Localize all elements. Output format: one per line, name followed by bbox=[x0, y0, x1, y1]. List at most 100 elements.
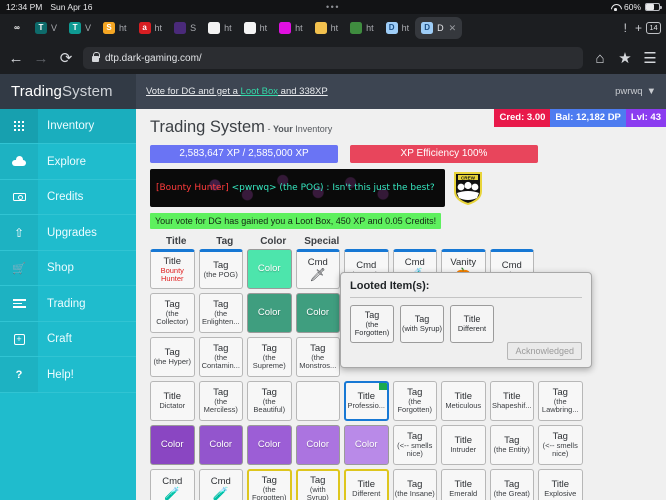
bookmark-icon[interactable]: ★ bbox=[617, 49, 633, 67]
tab-count-button[interactable]: 14 bbox=[646, 21, 661, 35]
inventory-item-cell[interactable]: Tag (with Syrup) bbox=[295, 468, 340, 500]
sidebar-item-help[interactable]: ? Help! bbox=[0, 357, 136, 393]
status-date: Sun Apr 16 bbox=[50, 2, 93, 12]
inventory-item-cell[interactable]: Color bbox=[247, 424, 292, 465]
vote-banner-link[interactable]: Vote for DG and get a Loot Box and 338XP bbox=[146, 86, 328, 97]
sidebar-nav[interactable]: Inventory Explore Credits ⇧ Upgrades 🛒 Shop Tra… bbox=[0, 108, 136, 500]
browser-url-bar[interactable]: ← → ⟳ dtp.dark-gaming.com/ ⌂ ★ ☰ bbox=[0, 42, 666, 74]
inventory-item-cell[interactable]: Tag (the Collector) bbox=[150, 292, 195, 333]
browser-tab-3[interactable]: Sht bbox=[97, 17, 133, 39]
sidebar-item-label: Credits bbox=[47, 191, 84, 204]
inventory-item-cell[interactable]: Title Intruder bbox=[441, 424, 486, 465]
inventory-item-cell[interactable]: Title Dictator bbox=[150, 380, 195, 421]
browser-tab-10[interactable]: ht bbox=[344, 17, 380, 39]
modal-title: Looted Item(s): bbox=[350, 280, 582, 298]
progress-bars: 2,583,647 XP / 2,585,000 XP XP Efficienc… bbox=[150, 144, 666, 163]
sidebar-item-explore[interactable]: Explore bbox=[0, 144, 136, 180]
home-icon[interactable]: ⌂ bbox=[592, 50, 608, 67]
browser-tab-4[interactable]: a ht bbox=[133, 17, 169, 39]
tab-label: ht bbox=[154, 23, 163, 33]
inventory-item-cell[interactable]: Tag (the Forgotten) bbox=[392, 380, 437, 421]
browser-tab-9[interactable]: ht bbox=[309, 17, 345, 39]
inventory-item-cell[interactable]: Color bbox=[247, 292, 292, 333]
item-name-label: Shapeshif... bbox=[491, 400, 532, 410]
sidebar-item-shop[interactable]: 🛒 Shop bbox=[0, 250, 136, 287]
cart-icon: 🛒 bbox=[0, 250, 38, 286]
browser-tab-1[interactable]: TV bbox=[29, 17, 63, 39]
inventory-item-cell[interactable]: Title Shapeshif... bbox=[489, 380, 534, 421]
inventory-item-cell[interactable]: Color bbox=[247, 248, 292, 289]
sidebar-item-craft[interactable]: + Craft bbox=[0, 321, 136, 358]
chat-box[interactable]: [Bounty Hunter] <pwrwq> (the POG) : Isn'… bbox=[150, 168, 445, 207]
back-icon[interactable]: ← bbox=[8, 50, 24, 67]
inventory-item-cell[interactable]: Tag (the Entity) bbox=[489, 424, 534, 465]
inventory-item-cell[interactable]: Tag (the Insane) bbox=[392, 468, 437, 500]
browser-tab-7[interactable]: ht bbox=[238, 17, 274, 39]
inventory-item-cell[interactable]: Tag (the Beautiful) bbox=[247, 380, 292, 421]
inventory-item-cell[interactable]: Title Professio... bbox=[344, 380, 389, 421]
item-name-label: Emerald bbox=[449, 488, 478, 498]
sidebar-item-upgrades[interactable]: ⇧ Upgrades bbox=[0, 215, 136, 251]
browser-tab-strip[interactable]: ∞ T V T V Sht a ht Sht ht ht ht ht Dht D D ✕ ! + 14 bbox=[0, 14, 666, 42]
inventory-item-cell[interactable]: Tag (the POG) bbox=[198, 248, 243, 289]
address-input[interactable]: dtp.dark-gaming.com/ bbox=[83, 47, 583, 69]
browser-tab-8[interactable]: ht bbox=[273, 17, 309, 39]
chat-text: <pwrwq> (the POG) : Isn't this just the … bbox=[228, 182, 435, 193]
inventory-item-cell[interactable]: Tag (the Lawbring... bbox=[538, 380, 583, 421]
item-name-label: Bounty Hunter bbox=[160, 265, 184, 283]
inventory-item-cell[interactable]: Tag (the Monstros... bbox=[295, 336, 340, 377]
site-logo[interactable]: Trading System bbox=[0, 74, 136, 109]
inventory-item-cell[interactable] bbox=[295, 380, 340, 421]
looted-items-modal[interactable]: Looted Item(s): Tag (the Forgotten) Tag (wi… bbox=[340, 271, 592, 368]
inventory-item-cell[interactable]: Tag (the Supreme) bbox=[247, 336, 292, 377]
inventory-item-cell[interactable]: Cmd🧪 bbox=[150, 468, 195, 500]
browser-tab-5[interactable]: S bbox=[168, 17, 202, 39]
browser-tab-0[interactable]: ∞ bbox=[5, 17, 29, 39]
browser-tab-2[interactable]: TV bbox=[63, 17, 97, 39]
inventory-item-cell[interactable]: Tag (the Contamin... bbox=[198, 336, 243, 377]
inventory-item-cell[interactable]: Title Emerald bbox=[441, 468, 486, 500]
modal-item-list[interactable]: Tag (the Forgotten) Tag (with Syrup) Title Di… bbox=[350, 304, 582, 343]
user-menu[interactable]: pwrwq ▼ bbox=[615, 86, 656, 97]
item-type-label: Color bbox=[306, 438, 330, 450]
inventory-item-cell[interactable]: Color bbox=[198, 424, 243, 465]
browser-tab-12[interactable]: D D ✕ bbox=[415, 17, 463, 39]
new-tab-button[interactable]: + bbox=[631, 21, 646, 35]
tab-label: ht bbox=[295, 23, 303, 33]
browser-tab-6[interactable]: ht bbox=[202, 17, 238, 39]
browser-tab-11[interactable]: Dht bbox=[380, 17, 416, 39]
close-icon[interactable]: ✕ bbox=[449, 23, 457, 34]
sidebar-item-inventory[interactable]: Inventory bbox=[0, 108, 136, 145]
inventory-item-cell[interactable]: Cmd 🗡 bbox=[295, 248, 340, 289]
sidebar-item-trading[interactable]: Trading bbox=[0, 286, 136, 322]
looted-item-cell[interactable]: Title Different bbox=[450, 304, 494, 343]
acknowledged-button[interactable]: Acknowledged bbox=[507, 341, 582, 360]
menu-icon[interactable]: ☰ bbox=[642, 49, 658, 67]
inventory-item-cell[interactable]: Title Meticulous bbox=[441, 380, 486, 421]
sidebar-item-credits[interactable]: Credits bbox=[0, 179, 136, 216]
inventory-item-cell[interactable]: Tag (the Hyper) bbox=[150, 336, 195, 377]
inventory-item-cell[interactable]: Title Explosive bbox=[538, 468, 583, 500]
inventory-item-cell[interactable]: Cmd🧪 bbox=[198, 468, 243, 500]
inventory-item-cell[interactable]: Tag (the Merciless) bbox=[198, 380, 243, 421]
inventory-item-cell[interactable]: Color bbox=[295, 292, 340, 333]
forward-icon[interactable]: → bbox=[33, 50, 49, 67]
inventory-item-cell[interactable]: Color bbox=[344, 424, 389, 465]
page-subtitle-rest: Inventory bbox=[292, 123, 333, 134]
reload-icon[interactable]: ⟳ bbox=[58, 49, 74, 67]
inventory-item-cell[interactable]: Title Different bbox=[344, 468, 389, 500]
inventory-item-cell[interactable]: Tag (the Forgotten) bbox=[247, 468, 292, 500]
inventory-item-cell[interactable]: Tag (the Great) bbox=[489, 468, 534, 500]
inventory-item-cell[interactable]: Color bbox=[150, 424, 195, 465]
item-name-label: (the POG) bbox=[203, 269, 238, 279]
looted-item-cell[interactable]: Tag (with Syrup) bbox=[400, 304, 444, 343]
alert-icon[interactable]: ! bbox=[620, 21, 631, 35]
vote-lootbox-link[interactable]: Loot Box bbox=[241, 86, 279, 97]
looted-item-cell[interactable]: Tag (the Forgotten) bbox=[350, 304, 394, 343]
inventory-item-cell[interactable]: Tag (<-- smells nice) bbox=[392, 424, 437, 465]
inventory-item-cell[interactable]: Color bbox=[295, 424, 340, 465]
inventory-item-cell[interactable]: Tag (the Enlighten... bbox=[198, 292, 243, 333]
address-text: dtp.dark-gaming.com/ bbox=[105, 52, 202, 64]
inventory-item-cell[interactable]: Title Bounty Hunter bbox=[150, 248, 195, 289]
inventory-item-cell[interactable]: Tag (<-- smells nice) bbox=[538, 424, 583, 465]
